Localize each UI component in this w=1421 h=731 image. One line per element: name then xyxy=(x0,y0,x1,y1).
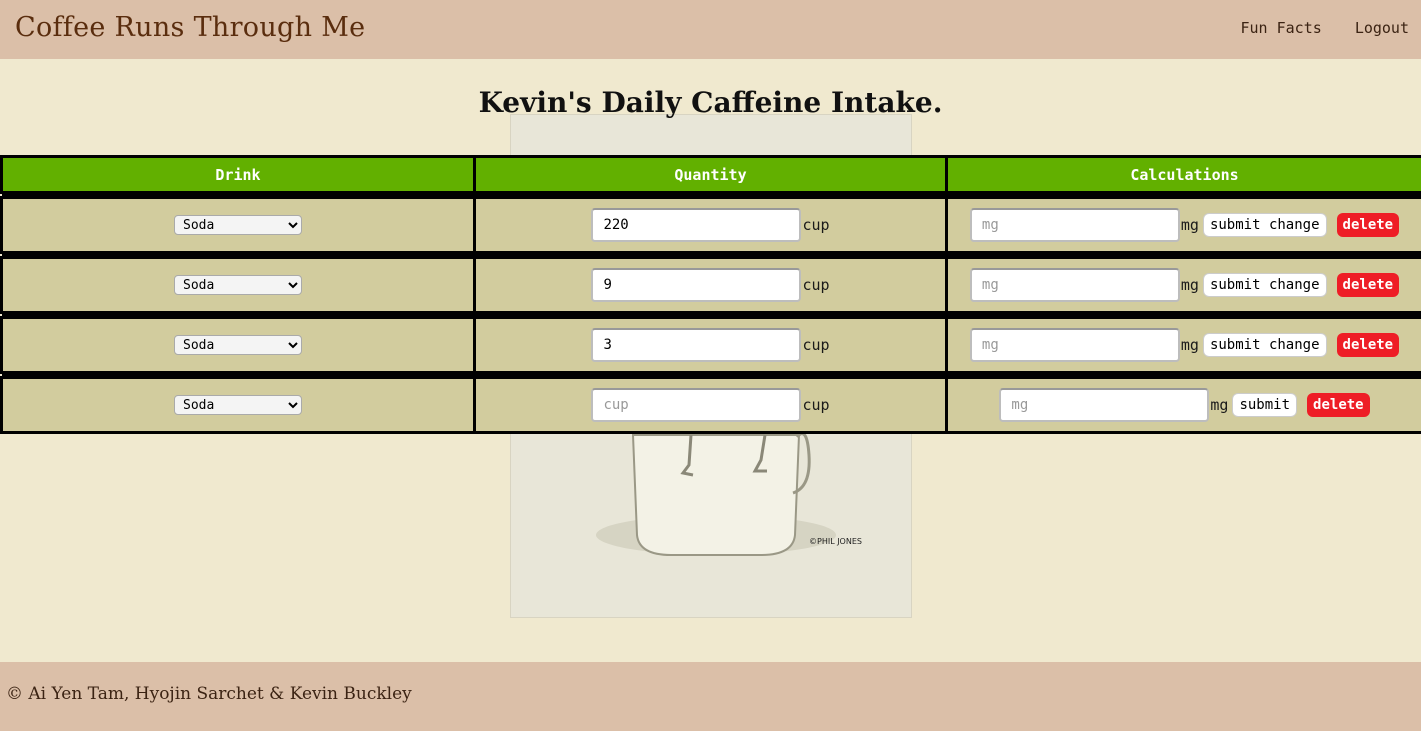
table-row: Soda cup mg submit change delete xyxy=(0,196,1421,254)
mg-input[interactable] xyxy=(969,328,1180,362)
quantity-unit: cup xyxy=(802,216,830,234)
quantity-unit: cup xyxy=(802,396,830,414)
illustration-credit: ©PHIL JONES xyxy=(809,537,862,546)
calculations-cell: mg submit delete xyxy=(945,376,1421,434)
footer: © Ai Yen Tam, Hyojin Sarchet & Kevin Buc… xyxy=(0,662,1421,731)
quantity-group: cup xyxy=(591,268,830,302)
brand-title[interactable]: Coffee Runs Through Me xyxy=(15,12,365,43)
calculations-group: mg submit change delete xyxy=(969,268,1400,302)
nav-link-logout[interactable]: Logout xyxy=(1355,19,1409,37)
submit-button[interactable]: submit xyxy=(1232,393,1298,417)
drink-cell: Soda xyxy=(0,376,476,434)
delete-button[interactable]: delete xyxy=(1336,213,1400,237)
table-row: Soda cup mg submit change delete xyxy=(0,316,1421,374)
drink-cell: Soda xyxy=(0,316,476,374)
quantity-input[interactable] xyxy=(591,388,802,422)
drink-select[interactable]: Soda xyxy=(174,215,302,236)
quantity-unit: cup xyxy=(802,336,830,354)
drink-select[interactable]: Soda xyxy=(174,275,302,296)
page-title: Kevin's Daily Caffeine Intake. xyxy=(478,86,943,119)
quantity-group: cup xyxy=(591,208,830,242)
submit-change-button[interactable]: submit change xyxy=(1202,273,1327,297)
mg-input[interactable] xyxy=(969,208,1180,242)
mg-unit: mg xyxy=(1180,336,1199,354)
delete-button[interactable]: delete xyxy=(1336,333,1400,357)
quantity-cell: cup xyxy=(473,376,948,434)
submit-change-button[interactable]: submit change xyxy=(1202,333,1327,357)
calculations-cell: mg submit change delete xyxy=(945,316,1421,374)
drink-select[interactable]: Soda xyxy=(174,395,302,416)
quantity-group: cup xyxy=(591,388,830,422)
mg-unit: mg xyxy=(1180,276,1199,294)
nav-links: Fun Facts Logout xyxy=(1217,19,1410,37)
calculations-cell: mg submit change delete xyxy=(945,256,1421,314)
mg-unit: mg xyxy=(1210,396,1229,414)
delete-button[interactable]: delete xyxy=(1336,273,1400,297)
mg-unit: mg xyxy=(1180,216,1199,234)
table-header-row: Drink Quantity Calculations xyxy=(0,155,1421,194)
footer-credits: © Ai Yen Tam, Hyojin Sarchet & Kevin Buc… xyxy=(6,684,412,704)
quantity-input[interactable] xyxy=(591,268,802,302)
navbar: Coffee Runs Through Me Fun Facts Logout xyxy=(0,0,1421,59)
calculations-group: mg submit change delete xyxy=(969,328,1400,362)
drink-select[interactable]: Soda xyxy=(174,335,302,356)
submit-change-button[interactable]: submit change xyxy=(1202,213,1327,237)
column-header-drink: Drink xyxy=(0,155,476,194)
quantity-cell: cup xyxy=(473,196,948,254)
drink-cell: Soda xyxy=(0,256,476,314)
quantity-cell: cup xyxy=(473,316,948,374)
table-row: Soda cup mg submit change delete xyxy=(0,256,1421,314)
calculations-cell: mg submit change delete xyxy=(945,196,1421,254)
mg-input[interactable] xyxy=(969,268,1180,302)
mg-input[interactable] xyxy=(999,388,1210,422)
quantity-unit: cup xyxy=(802,276,830,294)
calculations-group: mg submit change delete xyxy=(969,208,1400,242)
caffeine-intake-table: Drink Quantity Calculations Soda cup mg … xyxy=(0,155,1421,434)
drink-cell: Soda xyxy=(0,196,476,254)
column-header-calculations: Calculations xyxy=(945,155,1421,194)
quantity-input[interactable] xyxy=(591,208,802,242)
nav-link-fun-facts[interactable]: Fun Facts xyxy=(1241,19,1322,37)
quantity-input[interactable] xyxy=(591,328,802,362)
quantity-cell: cup xyxy=(473,256,948,314)
column-header-quantity: Quantity xyxy=(473,155,948,194)
delete-button[interactable]: delete xyxy=(1307,393,1370,417)
quantity-group: cup xyxy=(591,328,830,362)
calculations-group: mg submit delete xyxy=(999,388,1370,422)
table-row-new-entry: Soda cup mg submit delete xyxy=(0,376,1421,434)
